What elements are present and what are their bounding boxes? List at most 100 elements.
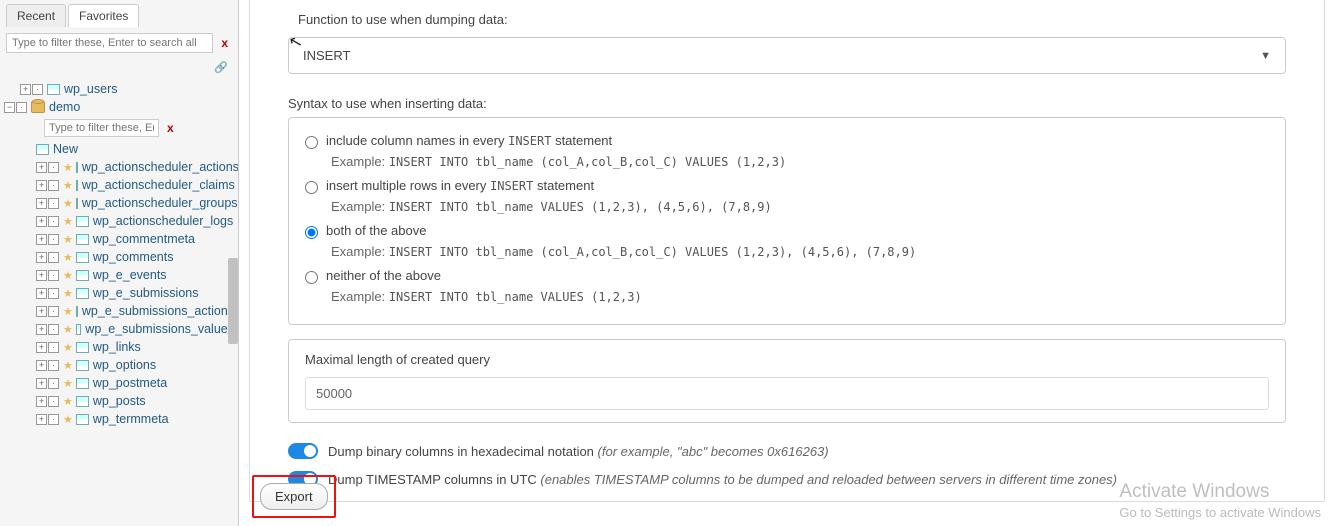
radio-include-columns[interactable]: [305, 136, 318, 149]
maxlen-input[interactable]: [305, 377, 1269, 410]
tree-label: wp_links: [93, 340, 141, 354]
table-row[interactable]: +·★wp_options: [4, 356, 234, 374]
dump-function-select[interactable]: INSERT ▼: [288, 37, 1286, 74]
tree-label: wp_termmeta: [93, 412, 169, 426]
expand-icon[interactable]: +: [36, 288, 47, 299]
tree-item-new[interactable]: New: [4, 140, 234, 158]
syntax-opt-include-columns[interactable]: include column names in every INSERT sta…: [305, 130, 1269, 152]
expand-icon[interactable]: +: [36, 378, 47, 389]
scrollbar-thumb[interactable]: [228, 258, 238, 344]
expand-icon[interactable]: +: [36, 270, 47, 281]
table-row[interactable]: +·★wp_actionscheduler_groups: [4, 194, 234, 212]
database-icon: [31, 101, 45, 113]
expand-icon[interactable]: +: [36, 234, 47, 245]
menu-icon[interactable]: ·: [48, 162, 59, 173]
new-table-icon: [36, 144, 49, 155]
sub-filter-input[interactable]: [44, 119, 159, 137]
export-button[interactable]: Export: [260, 483, 328, 510]
table-row[interactable]: +·★wp_actionscheduler_claims: [4, 176, 234, 194]
menu-icon[interactable]: ·: [48, 378, 59, 389]
tree-item-demo[interactable]: −· demo: [4, 98, 234, 116]
table-row[interactable]: +·★wp_commentmeta: [4, 230, 234, 248]
tree-label: wp_options: [93, 358, 156, 372]
menu-icon[interactable]: ·: [32, 84, 43, 95]
tree-filter-input[interactable]: [6, 33, 213, 53]
table-icon: [76, 180, 78, 191]
table-icon: [76, 360, 89, 371]
expand-icon[interactable]: +: [36, 396, 47, 407]
link-icon[interactable]: 🔗: [0, 59, 238, 76]
toggle-switch[interactable]: [288, 443, 318, 459]
clear-sub-filter-button[interactable]: x: [163, 121, 178, 135]
dump-function-label: Function to use when dumping data:: [250, 0, 1324, 33]
dump-function-value: INSERT: [303, 48, 350, 63]
expand-icon[interactable]: +: [36, 198, 47, 209]
syntax-opt-both[interactable]: both of the above: [305, 220, 1269, 242]
filter-row: x: [0, 27, 238, 59]
menu-icon[interactable]: ·: [48, 306, 59, 317]
tab-favorites[interactable]: Favorites: [68, 4, 139, 27]
table-icon: [76, 378, 89, 389]
table-row[interactable]: +·★wp_actionscheduler_actions: [4, 158, 234, 176]
menu-icon[interactable]: ·: [48, 288, 59, 299]
table-row[interactable]: +·★wp_termmeta: [4, 410, 234, 428]
expand-icon[interactable]: +: [36, 162, 47, 173]
menu-icon[interactable]: ·: [48, 234, 59, 245]
toggle-utc[interactable]: Dump TIMESTAMP columns in UTC (enables T…: [250, 465, 1324, 501]
menu-icon[interactable]: ·: [48, 180, 59, 191]
expand-icon[interactable]: +: [36, 216, 47, 227]
example-2: Example: INSERT INTO tbl_name VALUES (1,…: [305, 197, 1269, 220]
table-row[interactable]: +·★wp_comments: [4, 248, 234, 266]
menu-icon[interactable]: ·: [48, 198, 59, 209]
radio-multiple-rows[interactable]: [305, 181, 318, 194]
menu-icon[interactable]: ·: [48, 414, 59, 425]
table-row[interactable]: +·★wp_postmeta: [4, 374, 234, 392]
table-icon: [76, 216, 89, 227]
table-row[interactable]: +·★wp_actionscheduler_logs: [4, 212, 234, 230]
menu-icon[interactable]: ·: [48, 360, 59, 371]
star-icon: ★: [63, 287, 73, 300]
example-3: Example: INSERT INTO tbl_name (col_A,col…: [305, 242, 1269, 265]
table-icon: [47, 84, 60, 95]
menu-icon[interactable]: ·: [48, 324, 59, 335]
export-highlight: Export: [252, 475, 336, 518]
toggle-hex[interactable]: Dump binary columns in hexadecimal notat…: [250, 437, 1324, 465]
expand-icon[interactable]: +: [36, 324, 47, 335]
clear-filter-button[interactable]: x: [217, 36, 232, 50]
menu-icon[interactable]: ·: [16, 102, 27, 113]
star-icon: ★: [63, 269, 73, 282]
table-icon: [76, 198, 78, 209]
expand-icon[interactable]: +: [36, 360, 47, 371]
expand-icon[interactable]: +: [36, 306, 47, 317]
menu-icon[interactable]: ·: [48, 270, 59, 281]
menu-icon[interactable]: ·: [48, 216, 59, 227]
syntax-opt-multiple-rows[interactable]: insert multiple rows in every INSERT sta…: [305, 175, 1269, 197]
star-icon: ★: [63, 377, 73, 390]
table-row[interactable]: +·★wp_e_events: [4, 266, 234, 284]
toggle-label: Dump TIMESTAMP columns in UTC (enables T…: [328, 472, 1117, 487]
radio-both[interactable]: [305, 226, 318, 239]
radio-neither[interactable]: [305, 271, 318, 284]
table-row[interactable]: +·★wp_posts: [4, 392, 234, 410]
menu-icon[interactable]: ·: [48, 396, 59, 407]
tab-recent[interactable]: Recent: [6, 4, 66, 27]
table-row[interactable]: +·★wp_links: [4, 338, 234, 356]
expand-icon[interactable]: +: [36, 414, 47, 425]
sidebar: Recent Favorites x 🔗 +· wp_users −· demo…: [0, 0, 239, 526]
table-row[interactable]: +·★wp_e_submissions: [4, 284, 234, 302]
menu-icon[interactable]: ·: [48, 342, 59, 353]
table-row[interactable]: +·★wp_e_submissions_actions: [4, 302, 234, 320]
expand-icon[interactable]: +: [36, 180, 47, 191]
table-icon: [76, 162, 78, 173]
menu-icon[interactable]: ·: [48, 252, 59, 263]
expand-icon[interactable]: +: [36, 342, 47, 353]
syntax-opt-neither[interactable]: neither of the above: [305, 265, 1269, 287]
tree-item-wp-users[interactable]: +· wp_users: [4, 80, 234, 98]
collapse-icon[interactable]: −: [4, 102, 15, 113]
expand-icon[interactable]: +: [20, 84, 31, 95]
table-row[interactable]: +·★wp_e_submissions_values: [4, 320, 234, 338]
tree-label: wp_actionscheduler_claims: [82, 178, 235, 192]
export-options-panel: Function to use when dumping data: ↖ INS…: [249, 0, 1325, 502]
star-icon: ★: [63, 161, 73, 174]
expand-icon[interactable]: +: [36, 252, 47, 263]
